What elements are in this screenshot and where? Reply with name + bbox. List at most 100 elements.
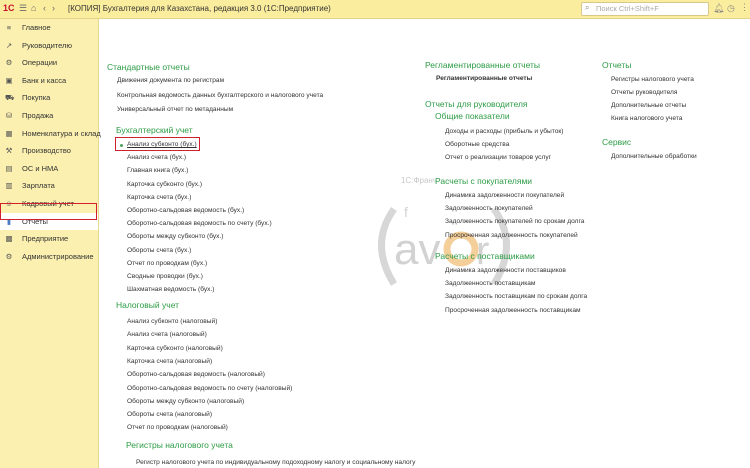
sidebar-section-icon: ▥	[5, 181, 13, 191]
sidebar-section-icon: ▣	[5, 75, 13, 85]
report-link[interactable]: Задолженность поставщикам по срокам долг…	[445, 293, 587, 300]
sidebar-item-label: Продажа	[22, 110, 54, 120]
section-reports: Отчеты	[602, 60, 632, 70]
report-link[interactable]: Универсальный отчет по метаданным	[117, 106, 233, 113]
menu-icon[interactable]: ☰	[19, 3, 27, 14]
report-link[interactable]: Оборотные средства	[445, 141, 509, 148]
sections-panel: ≡ Главное ↗ Руководителю ⚙ Операции ▣ Банк и ка…	[0, 19, 101, 468]
section-general-indicators: Общие показатели	[435, 111, 510, 121]
sidebar-section-icon: ↗	[5, 40, 13, 50]
search-placeholder: Поиск Ctrl+Shift+F	[596, 4, 659, 13]
report-link[interactable]: Оборотно-сальдовая ведомость по счету (б…	[127, 220, 272, 227]
report-link[interactable]: Главная книга (бух.)	[127, 167, 188, 174]
report-link[interactable]: Динамика задолженности поставщиков	[445, 267, 566, 274]
report-link[interactable]: Задолженность покупателей по срокам долг…	[445, 218, 584, 225]
section-tax-registers: Регистры налогового учета	[126, 440, 233, 450]
report-link[interactable]: Обороты счета (бух.)	[127, 247, 191, 254]
sidebar-item[interactable]: ▩ Предприятие	[0, 230, 98, 248]
report-link[interactable]: Регистр налогового учета по индивидуальн…	[136, 459, 415, 466]
sidebar-item[interactable]: ▥ Зарплата	[0, 177, 98, 195]
more-menu-icon[interactable]: ⋮	[740, 2, 749, 13]
sidebar-section-icon: ⛟	[5, 93, 15, 103]
report-link[interactable]: Обороты между субконто (бух.)	[127, 233, 223, 240]
report-link[interactable]: Карточка счета (бух.)	[127, 194, 191, 201]
report-link[interactable]: Просроченная задолженность поставщикам	[445, 307, 581, 314]
sidebar-item[interactable]: ⚙ Операции	[0, 54, 98, 72]
sidebar-section-icon: ⚒	[5, 146, 13, 156]
report-link[interactable]: Динамика задолженности покупателей	[445, 192, 564, 199]
search-field[interactable]: ⌕ Поиск Ctrl+Shift+F	[581, 2, 709, 16]
sidebar-item[interactable]: ▤ ОС и НМА	[0, 160, 98, 178]
sidebar-section-icon: ⚙	[5, 251, 13, 261]
sidebar-item[interactable]: ⛟ Покупка	[0, 89, 98, 107]
sidebar-item-label: Предприятие	[22, 234, 69, 244]
sidebar-item[interactable]: ⚒ Производство	[0, 142, 98, 160]
report-link[interactable]: Анализ счета (налоговый)	[127, 331, 207, 338]
section-buyer-settlements: Расчеты с покупателями	[435, 176, 533, 186]
report-link[interactable]: Оборотно-сальдовая ведомость по счету (н…	[127, 385, 292, 392]
section-service: Сервис	[602, 137, 632, 147]
report-link[interactable]: Дополнительные отчеты	[611, 102, 686, 109]
sidebar-item-label: Руководителю	[22, 40, 73, 50]
sidebar-section-icon: ≡	[6, 23, 12, 32]
report-link[interactable]: Карточка субконто (налоговый)	[127, 345, 223, 352]
sidebar-section-icon: ⚙	[5, 58, 13, 68]
report-link[interactable]: Отчет о реализации товаров услуг	[445, 154, 551, 161]
sidebar-item-label: Производство	[22, 146, 71, 156]
window-title: [КОПИЯ] Бухгалтерия для Казахстана, реда…	[68, 4, 331, 13]
report-link[interactable]: Дополнительные обработки	[611, 153, 697, 160]
home-icon[interactable]: ⌂	[31, 3, 36, 13]
sidebar-item-label: Номенклатура и склад	[22, 128, 101, 138]
sidebar-item-label: Зарплата	[22, 181, 55, 191]
report-link[interactable]: Движения документа по регистрам	[117, 77, 224, 84]
report-link[interactable]: Анализ счета (бух.)	[127, 154, 186, 161]
notifications-bell-icon[interactable]: 🔔︎	[713, 3, 724, 14]
report-link[interactable]: Задолженность поставщикам	[445, 280, 535, 287]
report-link[interactable]: Карточка счета (налоговый)	[127, 358, 212, 365]
report-link[interactable]: Регламентированные отчеты	[436, 75, 532, 82]
sidebar-section-icon: ▤	[5, 163, 13, 173]
sidebar-item[interactable]: ⛁ Продажа	[0, 107, 98, 125]
report-link[interactable]: Обороты счета (налоговый)	[127, 411, 212, 418]
report-link[interactable]: Доходы и расходы (прибыль и убыток)	[445, 128, 563, 135]
report-link[interactable]: Анализ субконто (налоговый)	[127, 318, 217, 325]
report-link[interactable]: Карточка субконто (бух.)	[127, 181, 202, 188]
sidebar-item[interactable]: ▣ Банк и касса	[0, 72, 98, 90]
highlight-box-reports-section	[0, 203, 97, 220]
report-link[interactable]: Регистры налогового учета	[611, 76, 694, 83]
section-regulated-reports: Регламентированные отчеты	[425, 60, 541, 70]
report-link[interactable]: Книга налогового учета	[611, 115, 682, 122]
sidebar-item-label: Банк и касса	[22, 75, 67, 85]
sidebar-item-label: Покупка	[22, 93, 51, 103]
back-icon[interactable]: ‹	[43, 3, 46, 13]
report-link[interactable]: Обороты между субконто (налоговый)	[127, 398, 244, 405]
section-standard-reports: Стандартные отчеты	[107, 62, 190, 72]
sidebar-item[interactable]: ⚙ Администрирование	[0, 248, 98, 266]
report-link[interactable]: Оборотно-сальдовая ведомость (налоговый)	[127, 371, 265, 378]
title-bar: 1С ☰ ⌂ ‹ › [КОПИЯ] Бухгалтерия для Казах…	[0, 0, 750, 19]
report-link[interactable]: Сводные проводки (бух.)	[127, 273, 203, 280]
sidebar-section-icon: ▩	[5, 234, 13, 244]
report-link[interactable]: Просроченная задолженность покупателей	[445, 232, 578, 239]
report-link[interactable]: Контрольная ведомость данных бухгалтерск…	[117, 92, 323, 99]
sidebar-item[interactable]: ▦ Номенклатура и склад	[0, 125, 101, 143]
svg-text:f: f	[404, 204, 408, 220]
forward-icon[interactable]: ›	[52, 3, 55, 13]
sidebar-item-label: Администрирование	[22, 251, 94, 261]
sidebar-item-label: Главное	[22, 23, 51, 32]
report-link[interactable]: Оборотно-сальдовая ведомость (бух.)	[127, 207, 244, 214]
history-icon[interactable]: ◷	[727, 3, 735, 14]
highlight-box-subconto-analysis	[115, 137, 200, 151]
report-link[interactable]: Отчет по проводкам (налоговый)	[127, 424, 228, 431]
sidebar-section-icon: ⛁	[5, 110, 13, 120]
report-link[interactable]: Задолженность покупателей	[445, 205, 533, 212]
report-link[interactable]: Шахматная ведомость (бух.)	[127, 286, 215, 293]
sidebar-item-label: Операции	[22, 58, 58, 68]
report-link[interactable]: Отчеты руководителя	[611, 89, 677, 96]
sidebar-item-label: ОС и НМА	[22, 163, 59, 173]
report-link[interactable]: Отчет по проводкам (бух.)	[127, 260, 207, 267]
watermark-text: 1С:Франч	[401, 176, 438, 185]
sidebar-item[interactable]: ↗ Руководителю	[0, 37, 98, 55]
search-icon: ⌕	[585, 3, 590, 12]
sidebar-item[interactable]: ≡ Главное	[0, 19, 98, 37]
